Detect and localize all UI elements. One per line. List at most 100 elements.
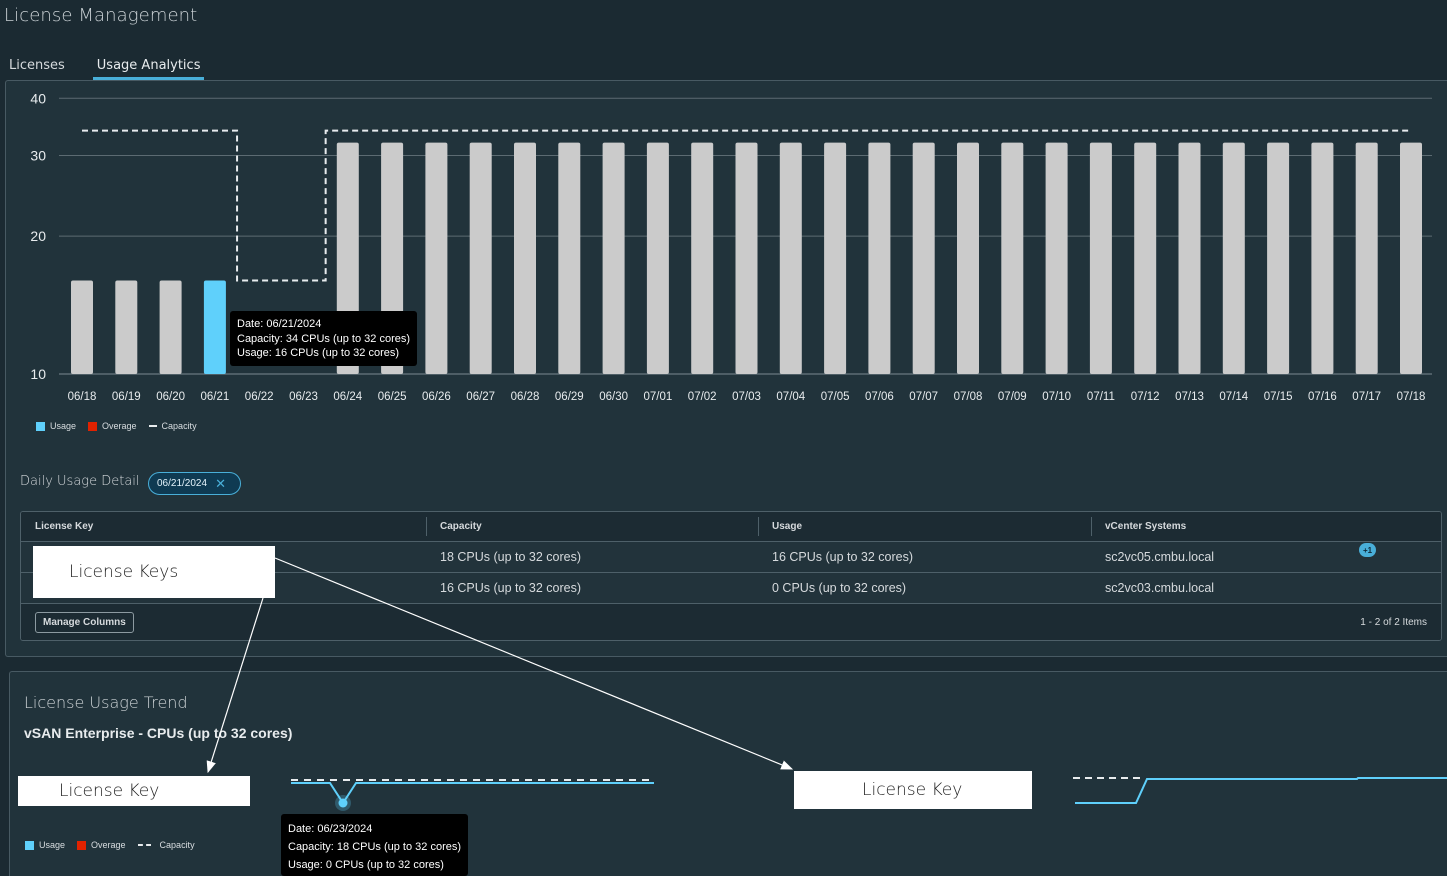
usage-bar[interactable] (1178, 142, 1201, 374)
x-tick-label: 06/28 (511, 391, 540, 403)
license-usage-trend-card (9, 671, 1447, 876)
x-tick-label: 07/03 (732, 391, 761, 403)
column-header-license-key[interactable]: License Key (21, 512, 426, 541)
x-tick-label: 07/04 (776, 391, 805, 403)
cell-vcenter-wrap: sc2vc05.cmbu.local +1 (1091, 543, 1441, 564)
column-header-usage[interactable]: Usage (758, 512, 1091, 541)
x-tick-label: 07/10 (1042, 391, 1071, 403)
usage-bar[interactable] (1001, 142, 1024, 374)
close-icon[interactable]: ✕ (215, 476, 226, 492)
x-tick-label: 07/18 (1397, 391, 1426, 403)
x-tick-label: 06/27 (466, 391, 495, 403)
tooltip-date: Date: 06/21/2024 (237, 318, 322, 330)
legend-overage-label: Overage (91, 840, 126, 850)
usage-bar[interactable] (115, 280, 138, 374)
x-tick-label: 07/06 (865, 391, 894, 403)
x-tick-label: 07/15 (1264, 391, 1293, 403)
x-tick-label: 07/17 (1352, 391, 1381, 403)
x-tick-label: 07/11 (1087, 391, 1115, 403)
x-tick-label: 06/30 (599, 391, 628, 403)
chart-tooltip: Date: 06/21/2024 Capacity: 34 CPUs (up t… (230, 311, 418, 366)
usage-bar[interactable] (957, 142, 979, 374)
trend-legend: Usage Overage Capacity (25, 840, 207, 850)
y-tick-label: 10 (30, 366, 46, 382)
column-header-capacity[interactable]: Capacity (426, 512, 758, 541)
usage-bar[interactable] (779, 142, 802, 374)
capacity-dash-icon (137, 844, 151, 846)
usage-bar[interactable] (868, 142, 891, 374)
usage-bar[interactable] (203, 280, 226, 374)
legend-usage-label: Usage (39, 840, 66, 850)
usage-bar-chart: 10 20 30 40 06/18 06/19 06/20 06/21 06/22 06/23 06… (30, 90, 1432, 403)
usage-bar[interactable] (646, 142, 669, 374)
cell-usage: 0 CPUs (up to 32 cores) (772, 581, 907, 595)
usage-bar[interactable] (159, 280, 182, 374)
usage-bar[interactable] (1400, 142, 1422, 374)
usage-bar[interactable] (912, 142, 935, 374)
grid-footer: Manage Columns 1 - 2 of 2 Items (21, 604, 1441, 640)
trend-tooltip: Date: 06/23/2024 Capacity: 18 CPUs (up t… (281, 814, 469, 876)
cell-vcenter: sc2vc03.cmbu.local (1105, 581, 1215, 595)
tooltip-usage: Usage: 0 CPUs (up to 32 cores) (288, 859, 444, 871)
legend-usage[interactable]: Usage (25, 840, 65, 850)
usage-bar[interactable] (602, 142, 625, 374)
x-tick-label: 07/16 (1308, 391, 1337, 403)
x-tick-label: 07/02 (688, 391, 717, 403)
usage-bar[interactable] (1311, 142, 1334, 374)
tooltip-capacity: Capacity: 34 CPUs (up to 32 cores) (237, 332, 411, 345)
more-vcenters-badge[interactable]: +1 (1359, 543, 1376, 557)
manage-columns-button[interactable]: Manage Columns (35, 612, 134, 633)
x-tick-label: 06/22 (245, 391, 274, 403)
cell-capacity: 16 CPUs (up to 32 cores) (440, 581, 582, 595)
usage-bar[interactable] (1222, 142, 1245, 374)
x-tick-label: 07/13 (1175, 391, 1204, 403)
callout-license-key-right: License Key (794, 771, 1032, 809)
usage-bar[interactable] (514, 142, 536, 374)
x-tick-label: 06/20 (156, 391, 185, 403)
legend-capacity[interactable]: Capacity (137, 840, 195, 850)
pagination-info: 1 - 2 of 2 Items (1360, 617, 1427, 628)
legend-capacity[interactable]: Capacity (148, 421, 197, 431)
x-tick-label: 06/21 (201, 391, 230, 403)
x-tick-label: 07/09 (998, 391, 1027, 403)
usage-bar[interactable] (558, 142, 581, 374)
usage-bar[interactable] (71, 280, 93, 374)
usage-bar[interactable] (1267, 142, 1290, 374)
y-tick-label: 40 (30, 90, 46, 106)
usage-bar[interactable] (1134, 142, 1157, 374)
legend-capacity-label: Capacity (159, 840, 195, 850)
x-tick-label: 06/25 (378, 391, 407, 403)
overage-swatch-icon (77, 840, 87, 850)
date-filter-chip[interactable]: 06/21/2024 ✕ (148, 472, 241, 495)
x-tick-label: 06/24 (333, 391, 362, 403)
legend-overage[interactable]: Overage (88, 421, 137, 431)
usage-bar[interactable] (824, 142, 847, 374)
usage-bar[interactable] (735, 142, 758, 374)
column-header-vcenter[interactable]: vCenter Systems (1091, 512, 1441, 541)
x-tick-label: 06/26 (422, 391, 451, 403)
tooltip-usage: Usage: 16 CPUs (up to 32 cores) (237, 347, 400, 359)
x-tick-label: 06/18 (68, 391, 97, 403)
trend-subtitle: vSAN Enterprise - CPUs (up to 32 cores) (24, 725, 293, 741)
legend-usage[interactable]: Usage (36, 421, 76, 431)
legend-overage[interactable]: Overage (77, 840, 126, 850)
grid-header: License Key Capacity Usage vCenter Syste… (21, 512, 1441, 542)
daily-usage-detail-label: Daily Usage Detail (20, 474, 140, 489)
usage-bar[interactable] (1089, 142, 1112, 374)
usage-bar[interactable] (1045, 142, 1068, 374)
usage-bar[interactable] (425, 142, 448, 374)
capacity-dash-icon (148, 425, 157, 427)
cell-capacity: 18 CPUs (up to 32 cores) (440, 550, 582, 564)
usage-bar[interactable] (1355, 142, 1378, 374)
callout-license-key-left: License Key (18, 776, 250, 806)
x-tick-label: 07/05 (821, 391, 850, 403)
x-tick-label: 07/12 (1131, 391, 1160, 403)
x-tick-label: 07/01 (644, 391, 673, 403)
tooltip-capacity: Capacity: 18 CPUs (up to 32 cores) (288, 841, 462, 853)
x-tick-label: 07/14 (1219, 391, 1248, 403)
x-tick-label: 06/19 (112, 391, 141, 403)
usage-bar[interactable] (469, 142, 492, 374)
x-tick-label: 06/23 (289, 391, 318, 403)
callout-license-keys: License Keys (33, 546, 275, 598)
usage-bar[interactable] (691, 142, 714, 374)
